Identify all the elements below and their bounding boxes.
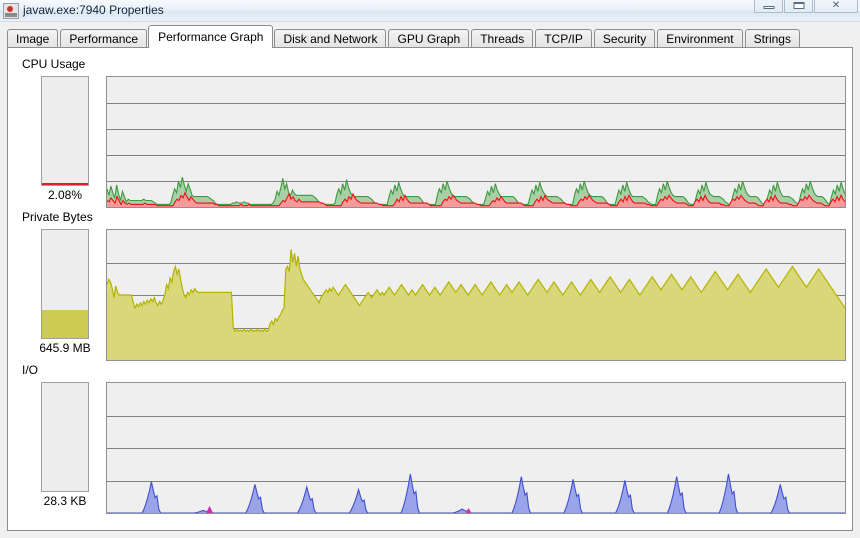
- process-properties-window: javaw.exe:7940 Properties ✕ Image Perform…: [0, 0, 860, 538]
- tab-image[interactable]: Image: [7, 29, 59, 48]
- tab-threads[interactable]: Threads: [471, 29, 534, 48]
- tab-performance-graph[interactable]: Performance Graph: [148, 25, 274, 48]
- private-bytes-gauge-fill: [42, 309, 88, 338]
- tab-security[interactable]: Security: [593, 29, 656, 48]
- tab-performance[interactable]: Performance: [60, 29, 148, 48]
- cpu-usage-gauge-fill: [42, 182, 88, 185]
- tab-gpu-graph[interactable]: GPU Graph: [388, 29, 470, 48]
- private-bytes-graph[interactable]: [106, 229, 846, 361]
- io-gauge: [41, 382, 89, 492]
- tab-disk-and-network[interactable]: Disk and Network: [274, 29, 387, 48]
- tab-tcp-ip[interactable]: TCP/IP: [535, 29, 592, 48]
- performance-graph-panel: CPU Usage 2.08% Private Bytes 645.9 MB I…: [7, 47, 853, 531]
- close-button[interactable]: ✕: [814, 0, 858, 13]
- tab-environment[interactable]: Environment: [657, 29, 743, 48]
- window-title: javaw.exe:7940 Properties: [23, 3, 164, 17]
- process-explorer-icon: [3, 2, 19, 19]
- close-icon: ✕: [831, 0, 841, 11]
- window-controls: ✕: [753, 0, 858, 13]
- cpu-usage-value: 2.08%: [47, 188, 83, 202]
- io-value: 28.3 KB: [43, 494, 87, 508]
- io-label: I/O: [22, 363, 39, 377]
- minimize-icon: [763, 6, 774, 9]
- title-bar: javaw.exe:7940 Properties ✕: [0, 0, 860, 21]
- maximize-button[interactable]: [784, 0, 813, 13]
- io-graph[interactable]: [106, 382, 846, 514]
- private-bytes-label: Private Bytes: [22, 210, 93, 224]
- maximize-icon: [793, 2, 804, 9]
- tab-strings[interactable]: Strings: [744, 29, 800, 48]
- private-bytes-value: 645.9 MB: [39, 341, 91, 355]
- cpu-usage-gauge: [41, 76, 89, 186]
- private-bytes-gauge: [41, 229, 89, 339]
- cpu-usage-label: CPU Usage: [22, 57, 86, 71]
- cpu-usage-graph[interactable]: [106, 76, 846, 208]
- tab-strip: Image Performance Performance Graph Disk an…: [0, 24, 860, 48]
- minimize-button[interactable]: [754, 0, 783, 13]
